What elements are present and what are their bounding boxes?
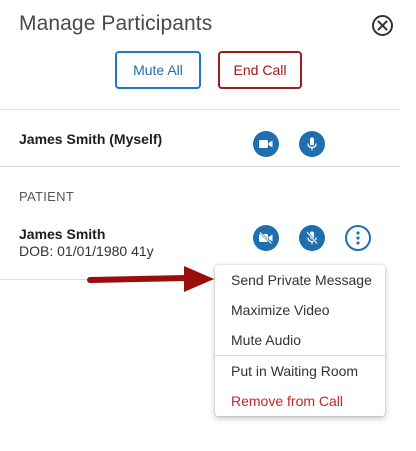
divider [0,166,400,167]
participant-context-menu: Send Private Message Maximize Video Mute… [215,265,385,416]
menu-item-mute-audio[interactable]: Mute Audio [215,325,385,355]
microphone-icon[interactable] [299,131,325,157]
menu-item-send-private-message[interactable]: Send Private Message [215,265,385,295]
close-icon[interactable] [372,15,393,36]
patient-dob: DOB: 01/01/1980 41y [19,243,154,259]
menu-item-remove-from-call[interactable]: Remove from Call [215,386,385,416]
panel-title: Manage Participants [19,12,213,35]
section-label-patient: PATIENT [19,189,75,204]
menu-item-maximize-video[interactable]: Maximize Video [215,295,385,325]
mute-all-button[interactable]: Mute All [115,51,201,89]
self-participant-name: James Smith (Myself) [19,131,163,147]
more-vertical-icon[interactable] [345,225,371,251]
video-camera-icon[interactable] [253,131,279,157]
end-call-button[interactable]: End Call [218,51,302,89]
microphone-off-icon[interactable] [299,225,325,251]
divider [0,109,400,110]
manage-participants-panel: Manage Participants Mute All End Call Ja… [0,0,416,451]
video-camera-off-icon[interactable] [253,225,279,251]
annotation-arrow [87,266,214,292]
patient-name: James Smith [19,226,106,242]
menu-item-put-in-waiting-room[interactable]: Put in Waiting Room [215,356,385,386]
